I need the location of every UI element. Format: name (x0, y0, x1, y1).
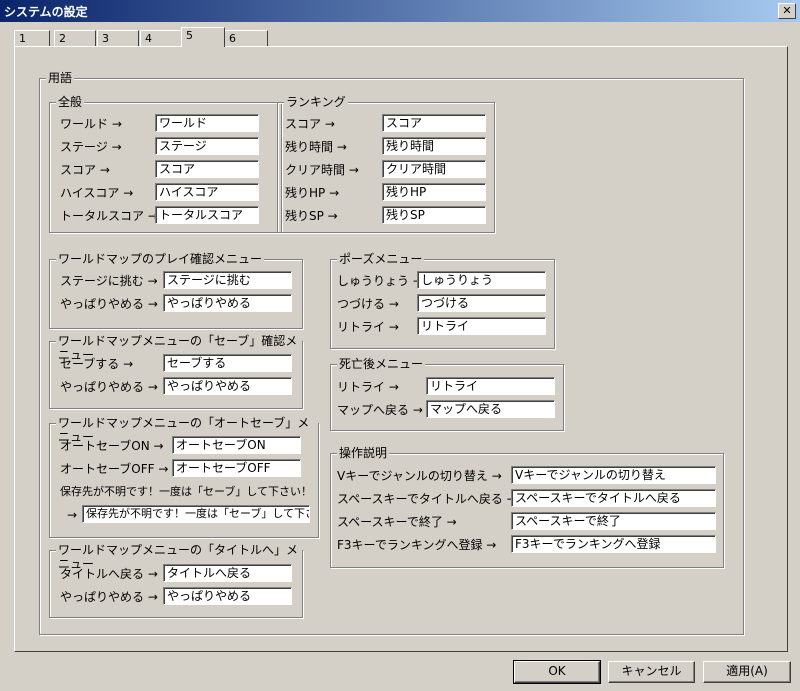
after-death-group-title: 死亡後メニュー (337, 357, 426, 371)
save-confirm-save-field[interactable]: セーブする (163, 354, 292, 372)
close-icon[interactable]: ✕ (778, 3, 796, 19)
pause-continue-label: つづける → (337, 297, 399, 311)
controls-title-label: スペースキーでタイトルへ戻る → (337, 492, 517, 506)
controls-group-title: 操作説明 (337, 446, 390, 460)
ranking-sp-field[interactable]: 残りSP (382, 206, 486, 224)
general-score-label: スコア → (60, 163, 110, 177)
ranking-group-title: ランキング (284, 95, 348, 109)
autosave-note-label: 保存先が不明です！一度は「セーブ」して下さい！ (60, 485, 313, 498)
general-highscore-label: ハイスコア → (60, 186, 134, 200)
controls-quit-label: スペースキーで終了 → (337, 515, 457, 529)
controls-quit-field[interactable]: スペースキーで終了 (511, 512, 716, 530)
general-group-title: 全般 (56, 95, 85, 109)
general-world-label: ワールド → (60, 117, 122, 131)
autosave-on-field[interactable]: オートセーブON (172, 436, 301, 454)
tab-2[interactable]: 2 (54, 30, 96, 47)
controls-title-field[interactable]: スペースキーでタイトルへ戻る (511, 489, 716, 507)
general-highscore-field[interactable]: ハイスコア (155, 183, 259, 201)
controls-ranking-label: F3キーでランキングへ登録 → (337, 538, 497, 552)
save-confirm-cancel-label: やっぱりやめる → (60, 380, 158, 394)
after-death-group: 死亡後メニュー (330, 357, 564, 431)
to-title-group: ワールドマップメニューの「タイトルへ」メニュー (49, 543, 303, 618)
play-confirm-group-title: ワールドマップのプレイ確認メニュー (56, 252, 265, 266)
save-confirm-cancel-field[interactable]: やっぱりやめる (163, 377, 292, 395)
ranking-sp-label: 残りSP → (285, 209, 338, 223)
ranking-hp-label: 残りHP → (285, 186, 340, 200)
to-title-cancel-label: やっぱりやめる → (60, 590, 158, 604)
general-score-field[interactable]: スコア (155, 160, 259, 178)
autosave-off-label: オートセーブOFF → (60, 462, 169, 476)
save-confirm-group: ワールドマップメニューの「セーブ」確認メニュー (49, 334, 303, 409)
play-confirm-cancel-field[interactable]: やっぱりやめる (163, 294, 292, 312)
pause-quit-label: しゅうりょう → (337, 274, 423, 288)
tab-4[interactable]: 4 (140, 30, 182, 47)
ranking-clear-time-label: クリア時間 → (285, 163, 359, 177)
autosave-note-arrow: → (67, 508, 78, 522)
ranking-hp-field[interactable]: 残りHP (382, 183, 486, 201)
general-stage-label: ステージ → (60, 140, 122, 154)
play-confirm-cancel-label: やっぱりやめる → (60, 297, 158, 311)
title-bar: システムの設定 ✕ (0, 0, 800, 22)
tab-6[interactable]: 6 (224, 30, 268, 47)
after-death-retry-label: リトライ → (337, 380, 399, 394)
tab-5[interactable]: 5 (181, 27, 225, 47)
after-death-retry-field[interactable]: リトライ (426, 377, 555, 395)
ranking-score-label: スコア → (285, 117, 335, 131)
pause-quit-field[interactable]: しゅうりょう (417, 271, 546, 289)
to-title-cancel-field[interactable]: やっぱりやめる (163, 587, 292, 605)
tab-panel-5: 用語 全般 ワールド → ワールド ステージ → ステージ スコア → スコア … (14, 46, 788, 652)
to-title-back-field[interactable]: タイトルへ戻る (163, 564, 292, 582)
ranking-time-left-label: 残り時間 → (285, 140, 347, 154)
general-totalscore-field[interactable]: トータルスコア (155, 206, 259, 224)
controls-genre-label: Vキーでジャンルの切り替え → (337, 469, 502, 483)
pause-retry-label: リトライ → (337, 320, 399, 334)
general-world-field[interactable]: ワールド (155, 114, 259, 132)
apply-button[interactable]: 適用(A) (703, 661, 791, 683)
pause-continue-field[interactable]: つづける (417, 294, 546, 312)
ok-button[interactable]: OK (513, 660, 601, 684)
play-confirm-challenge-field[interactable]: ステージに挑む (163, 271, 292, 289)
to-title-back-label: タイトルへ戻る → (60, 567, 158, 581)
after-death-map-field[interactable]: マップへ戻る (426, 400, 555, 418)
terms-group-title: 用語 (46, 71, 75, 85)
window-title: システムの設定 (4, 5, 88, 19)
controls-genre-field[interactable]: Vキーでジャンルの切り替え (511, 466, 716, 484)
ranking-score-field[interactable]: スコア (382, 114, 486, 132)
autosave-on-label: オートセーブON → (60, 439, 164, 453)
controls-ranking-field[interactable]: F3キーでランキングへ登録 (511, 535, 716, 553)
tab-1[interactable]: 1 (14, 30, 50, 47)
general-stage-field[interactable]: ステージ (155, 137, 259, 155)
save-confirm-save-label: セーブする → (60, 357, 134, 371)
ranking-clear-time-field[interactable]: クリア時間 (382, 160, 486, 178)
general-totalscore-label: トータルスコア → (60, 209, 158, 223)
autosave-note-field[interactable]: 保存先が不明です！一度は「セーブ」して下さい！ (82, 505, 310, 523)
autosave-off-field[interactable]: オートセーブOFF (172, 459, 301, 477)
pause-group-title: ポーズメニュー (337, 252, 425, 266)
tab-3[interactable]: 3 (97, 30, 139, 47)
ranking-time-left-field[interactable]: 残り時間 (382, 137, 486, 155)
after-death-map-label: マップへ戻る → (337, 403, 423, 417)
pause-retry-field[interactable]: リトライ (417, 317, 546, 335)
cancel-button[interactable]: キャンセル (608, 661, 695, 683)
play-confirm-challenge-label: ステージに挑む → (60, 274, 158, 288)
